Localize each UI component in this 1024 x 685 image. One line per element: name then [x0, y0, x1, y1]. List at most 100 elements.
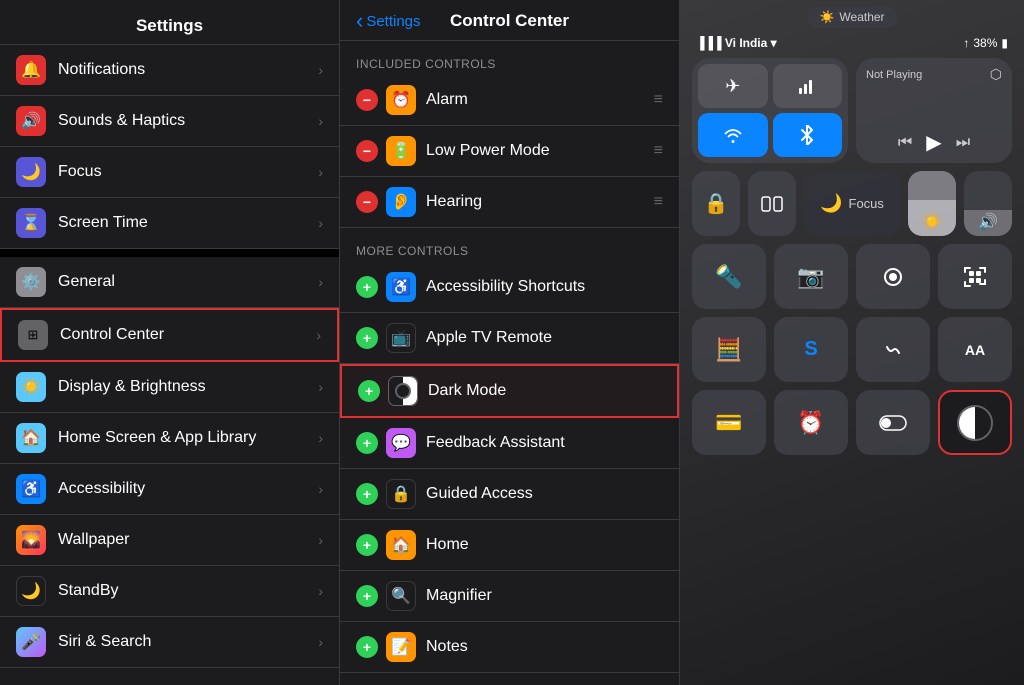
clock-tile[interactable]: ⏰	[774, 390, 848, 455]
minus-button[interactable]: −	[356, 191, 378, 213]
minus-button[interactable]: −	[356, 89, 378, 111]
item-label: Magnifier	[426, 587, 663, 605]
weather-pill: ☀️ Weather	[807, 6, 896, 28]
settings-item-accessibility[interactable]: ♿ Accessibility ›	[0, 464, 339, 515]
item-label: Alarm	[426, 91, 654, 109]
portrait-tile[interactable]	[856, 244, 930, 309]
cc-item-quick-note[interactable]: + ⚡ Quick Note	[340, 673, 679, 674]
item-label: Accessibility	[58, 480, 318, 498]
cc-item-feedback[interactable]: + 💬 Feedback Assistant	[340, 418, 679, 469]
scan-tile[interactable]	[938, 244, 1012, 309]
voice-memo-tile[interactable]	[856, 317, 930, 382]
cc-item-low-power[interactable]: − 🔋 Low Power Mode ≡	[340, 126, 679, 177]
chevron-icon: ›	[318, 634, 323, 650]
notifications-icon: 🔔	[16, 55, 46, 85]
media-block[interactable]: Not Playing ⬡ ⏮ ▶ ⏭	[856, 58, 1012, 163]
cellular-tile[interactable]	[773, 64, 843, 108]
cc-item-magnifier[interactable]: + 🔍 Magnifier	[340, 571, 679, 622]
cc-item-apple-tv[interactable]: + 📺 Apple TV Remote	[340, 313, 679, 364]
settings-item-general[interactable]: ⚙️ General ›	[0, 257, 339, 308]
camera-tile[interactable]: 📷	[774, 244, 848, 309]
settings-item-faceid[interactable]: 👤 Face ID & Passcode ›	[0, 668, 339, 678]
flashlight-tile[interactable]: 🔦	[692, 244, 766, 309]
lock-rotation-tile[interactable]: 🔒	[692, 171, 740, 236]
volume-tile[interactable]: 🔊	[964, 171, 1012, 236]
cc-item-dark-mode[interactable]: + Dark Mode	[340, 364, 679, 418]
plus-button[interactable]: +	[356, 327, 378, 349]
next-track-icon[interactable]: ⏭	[956, 134, 970, 152]
item-label: General	[58, 273, 318, 291]
dark-mode-cc-tile[interactable]	[938, 390, 1012, 455]
alarm-icon: ⏰	[386, 85, 416, 115]
airplane-tile[interactable]: ✈	[698, 64, 768, 108]
connectivity-block[interactable]: ✈	[692, 58, 848, 163]
row3: 🔦 📷	[692, 244, 1012, 309]
chevron-icon: ›	[318, 430, 323, 446]
chevron-icon: ›	[318, 532, 323, 548]
apple-tv-icon: 📺	[386, 323, 416, 353]
settings-item-notifications[interactable]: 🔔 Notifications ›	[0, 45, 339, 96]
standby-icon: 🌙	[16, 576, 46, 606]
control-center-panel: Settings Control Center INCLUDED CONTROL…	[340, 0, 680, 685]
chevron-icon: ›	[318, 583, 323, 599]
cc-main-grid: ✈ Not Playing ⬡	[680, 54, 1024, 459]
wifi-tile[interactable]	[698, 113, 768, 157]
plus-button[interactable]: +	[356, 483, 378, 505]
back-button[interactable]: Settings	[356, 10, 421, 32]
drag-handle[interactable]: ≡	[654, 193, 663, 211]
brightness-tile[interactable]: ☀️	[908, 171, 956, 236]
drag-handle[interactable]: ≡	[654, 142, 663, 160]
chevron-icon: ›	[316, 327, 321, 343]
plus-button[interactable]: +	[356, 636, 378, 658]
cc-item-notes[interactable]: + 📝 Notes	[340, 622, 679, 673]
plus-button[interactable]: +	[358, 380, 380, 402]
settings-item-screen-time[interactable]: ⌛ Screen Time ›	[0, 198, 339, 249]
play-icon[interactable]: ▶	[926, 130, 941, 155]
chevron-icon: ›	[318, 164, 323, 180]
settings-item-siri[interactable]: 🎤 Siri & Search ›	[0, 617, 339, 668]
bluetooth-tile[interactable]	[773, 113, 843, 157]
settings-item-control-center[interactable]: ⊞ Control Center ›	[0, 308, 339, 362]
prev-track-icon[interactable]: ⏮	[898, 134, 912, 152]
sounds-icon: 🔊	[16, 106, 46, 136]
cc-item-guided-access[interactable]: + 🔒 Guided Access	[340, 469, 679, 520]
mirror-tile[interactable]	[748, 171, 796, 236]
item-label: Accessibility Shortcuts	[426, 278, 663, 296]
hearing-icon: 👂	[386, 187, 416, 217]
cc-item-accessibility-shortcuts[interactable]: + ♿ Accessibility Shortcuts	[340, 262, 679, 313]
airplay-icon[interactable]: ⬡	[990, 66, 1002, 83]
cc-item-hearing[interactable]: − 👂 Hearing ≡	[340, 177, 679, 228]
settings-item-sounds[interactable]: 🔊 Sounds & Haptics ›	[0, 96, 339, 147]
calculator-tile[interactable]: 🧮	[692, 317, 766, 382]
control-center-title: Control Center	[450, 11, 569, 31]
settings-item-standby[interactable]: 🌙 StandBy ›	[0, 566, 339, 617]
toggle-tile[interactable]	[856, 390, 930, 455]
shazam-tile[interactable]: S	[774, 317, 848, 382]
plus-button[interactable]: +	[356, 432, 378, 454]
plus-button[interactable]: +	[356, 585, 378, 607]
carrier-name: Vi India	[725, 36, 767, 50]
text-size-tile[interactable]: AA	[938, 317, 1012, 382]
guided-access-icon: 🔒	[386, 479, 416, 509]
settings-item-focus[interactable]: 🌙 Focus ›	[0, 147, 339, 198]
wallpaper-icon: 🌄	[16, 525, 46, 555]
cc-list: INCLUDED CONTROLS − ⏰ Alarm ≡ − 🔋 Low Po…	[340, 41, 679, 674]
drag-handle[interactable]: ≡	[654, 91, 663, 109]
settings-item-wallpaper[interactable]: 🌄 Wallpaper ›	[0, 515, 339, 566]
plus-button[interactable]: +	[356, 276, 378, 298]
plus-button[interactable]: +	[356, 534, 378, 556]
settings-item-home-screen[interactable]: 🏠 Home Screen & App Library ›	[0, 413, 339, 464]
notes-icon: 📝	[386, 632, 416, 662]
cc-item-alarm[interactable]: − ⏰ Alarm ≡	[340, 75, 679, 126]
item-label: Sounds & Haptics	[58, 112, 318, 130]
weather-icon: ☀️	[819, 10, 834, 24]
item-label: Wallpaper	[58, 531, 318, 549]
settings-item-display[interactable]: ☀️ Display & Brightness ›	[0, 362, 339, 413]
dark-mode-circle	[957, 405, 993, 441]
settings-title: Settings	[16, 16, 323, 36]
wallet-tile[interactable]: 💳	[692, 390, 766, 455]
focus-tile[interactable]: 🌙 Focus	[804, 171, 900, 236]
brightness-icon: ☀️	[922, 212, 942, 232]
minus-button[interactable]: −	[356, 140, 378, 162]
cc-item-home[interactable]: + 🏠 Home	[340, 520, 679, 571]
